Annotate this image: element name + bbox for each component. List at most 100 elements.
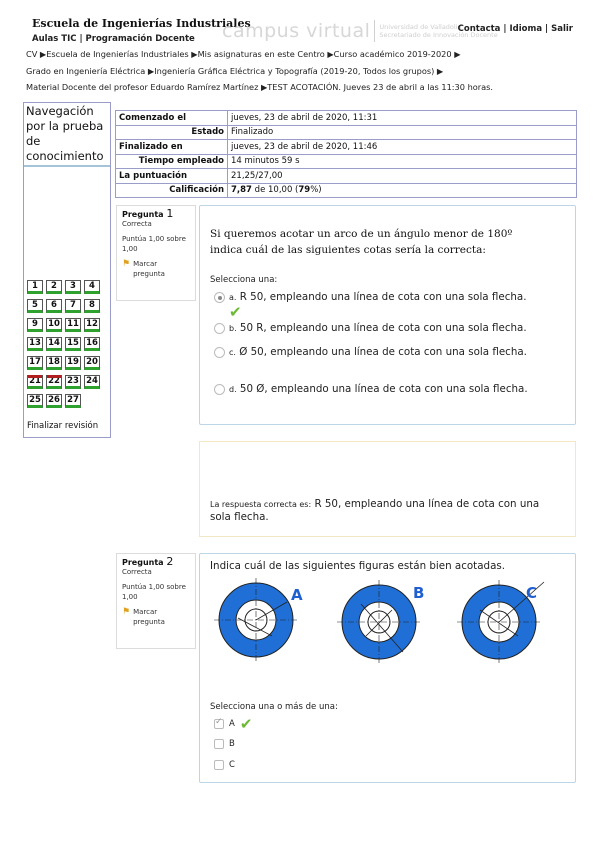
question-nav-button-14[interactable]: 14 [46, 337, 62, 351]
school-name[interactable]: Escuela de Ingenierías Industriales [32, 17, 251, 30]
breadcrumb-material[interactable]: Material Docente del profesor Eduardo Ra… [26, 82, 258, 92]
option-letter: C [229, 760, 235, 770]
question-nav-button-10[interactable]: 10 [46, 318, 62, 332]
option-radio[interactable] [214, 384, 225, 395]
question-number: 2 [166, 555, 174, 568]
option-radio[interactable] [214, 347, 225, 358]
flag-label: Marcar pregunta [133, 608, 165, 626]
breadcrumb-test[interactable]: TEST ACOTACIÓN. Jueves 23 de abril a las… [267, 82, 493, 92]
question-nav-button-20[interactable]: 20 [84, 356, 100, 370]
breadcrumb-line-3: Material Docente del profesor Eduardo Ra… [26, 82, 494, 92]
option-checkbox[interactable] [214, 760, 224, 770]
question-1-option-4: d. 50 Ø, empleando una línea de cota con… [214, 382, 529, 397]
question-nav-button-17[interactable]: 17 [27, 356, 43, 370]
breadcrumb-grado[interactable]: Grado en Ingeniería Eléctrica [26, 66, 145, 76]
logo-text: campus virtual [222, 20, 371, 42]
flag-question-1[interactable]: ⚑ Marcar pregunta [122, 260, 190, 279]
question-2-info: Pregunta 2 Correcta Puntúa 1,00 sobre 1,… [116, 553, 196, 649]
question-2-option-3: C [214, 760, 235, 770]
option-radio[interactable] [214, 323, 225, 334]
option-text: d. 50 Ø, empleando una línea de cota con… [229, 382, 529, 397]
breadcrumb-escuela[interactable]: Escuela de Ingenierías Industriales [46, 49, 188, 59]
summary-key: Comenzado el [115, 110, 228, 126]
campus-virtual-logo[interactable]: campus virtual Universidad de Valladolid… [222, 18, 498, 44]
subnav-programacion-docente[interactable]: Programación Docente [86, 34, 195, 44]
breadcrumb-line-2: Grado en Ingeniería Eléctrica ▶Ingenierí… [26, 66, 444, 76]
option-letter: b. [229, 324, 237, 333]
question-nav-button-11[interactable]: 11 [65, 318, 81, 332]
question-nav-button-15[interactable]: 15 [65, 337, 81, 351]
question-2-score: Puntúa 1,00 sobre 1,00 [122, 583, 186, 601]
question-1-text-line-2: indica cuál de las siguientes cotas serí… [210, 244, 486, 256]
flag-label: Marcar pregunta [133, 260, 165, 278]
question-nav-button-4[interactable]: 4 [84, 280, 100, 294]
question-1-state: Correcta [122, 219, 152, 228]
question-1-text-line-1: Si queremos acotar un arco de un ángulo … [210, 228, 513, 240]
question-2-prompt: Selecciona una o más de una: [210, 702, 338, 712]
question-2-text: Indica cuál de las siguientes figuras es… [210, 560, 506, 572]
question-nav-button-19[interactable]: 19 [65, 356, 81, 370]
breadcrumb-curso[interactable]: Curso académico 2019-2020 [334, 49, 452, 59]
question-nav-button-7[interactable]: 7 [65, 299, 81, 313]
question-nav-button-8[interactable]: 8 [84, 299, 100, 313]
question-nav-button-16[interactable]: 16 [84, 337, 100, 351]
question-nav-button-18[interactable]: 18 [46, 356, 62, 370]
question-1-label: Pregunta 1 [122, 208, 190, 220]
question-nav-button-23[interactable]: 23 [65, 375, 81, 389]
link-contacta[interactable]: Contacta [458, 24, 501, 34]
breadcrumb-cv[interactable]: CV [26, 49, 37, 59]
question-nav-button-25[interactable]: 25 [27, 394, 43, 408]
summary-value: 14 minutos 59 s [227, 153, 577, 169]
dimensioned-figures-image: A B C [214, 578, 545, 664]
question-nav-button-9[interactable]: 9 [27, 318, 43, 332]
question-nav-button-27[interactable]: 27 [65, 394, 81, 408]
question-1-option-1: a. R 50, empleando una línea de cota con… [214, 290, 529, 322]
question-button-row: 9 10 11 12 [27, 318, 107, 332]
subnav-aulas-tic[interactable]: Aulas TIC [32, 34, 77, 44]
question-1-score: Puntúa 1,00 sobre 1,00 [122, 235, 186, 253]
question-nav-button-24[interactable]: 24 [84, 375, 100, 389]
correct-answer-label: La respuesta correcta es: [210, 500, 312, 509]
option-letter: d. [229, 385, 237, 394]
summary-value: 21,25/27,00 [227, 168, 577, 184]
flag-question-2[interactable]: ⚑ Marcar pregunta [122, 608, 190, 627]
page-header: Escuela de Ingenierías Industriales Aula… [0, 0, 599, 48]
question-label: Pregunta [122, 210, 164, 219]
figure-b: B [337, 580, 424, 664]
grade-part: de 10,00 ( [251, 185, 299, 196]
question-2-option-2: B [214, 739, 235, 749]
question-2-label: Pregunta 2 [122, 555, 190, 568]
question-nav-button-12[interactable]: 12 [84, 318, 100, 332]
grade-part: %) [310, 185, 322, 196]
option-checkbox[interactable] [214, 739, 224, 749]
summary-row: Calificación 7,87 de 10,00 (79%) [115, 182, 577, 198]
quiz-navigation-title: Navegación por la prueba de conocimiento [24, 103, 110, 167]
logo-sub-1: Universidad de Valladolid [379, 23, 462, 31]
breadcrumb-line-1: CV ▶Escuela de Ingenierías Industriales … [26, 49, 461, 59]
question-1-prompt: Selecciona una: [210, 275, 278, 285]
question-nav-button-26[interactable]: 26 [46, 394, 62, 408]
option-label: Ø 50, empleando una línea de cota con un… [239, 346, 527, 358]
question-nav-button-21[interactable]: 21 [27, 375, 43, 389]
question-nav-button-2[interactable]: 2 [46, 280, 62, 294]
link-idioma[interactable]: Idioma [509, 24, 542, 34]
breadcrumb-asignaturas[interactable]: Mis asignaturas en este Centro [198, 49, 325, 59]
question-nav-button-6[interactable]: 6 [46, 299, 62, 313]
option-letter: B [229, 739, 235, 749]
option-radio[interactable] [214, 292, 225, 303]
question-nav-button-3[interactable]: 3 [65, 280, 81, 294]
breadcrumb-asignatura[interactable]: Ingeniería Gráfica Eléctrica y Topografí… [154, 66, 434, 76]
figure-letter-a: A [291, 586, 303, 604]
option-checkbox[interactable] [214, 717, 224, 729]
link-salir[interactable]: Salir [551, 24, 573, 34]
question-nav-button-13[interactable]: 13 [27, 337, 43, 351]
grade-part: 79 [298, 185, 311, 196]
question-nav-button-5[interactable]: 5 [27, 299, 43, 313]
finish-review-link[interactable]: Finalizar revisión [27, 421, 98, 431]
logo-divider [374, 20, 376, 42]
question-nav-button-22[interactable]: 22 [46, 375, 62, 389]
correct-check-icon: ✔ [239, 715, 253, 733]
question-1-info: Pregunta 1 Correcta Puntúa 1,00 sobre 1,… [116, 205, 196, 301]
question-nav-button-1[interactable]: 1 [27, 280, 43, 294]
option-letter: A [229, 719, 235, 729]
